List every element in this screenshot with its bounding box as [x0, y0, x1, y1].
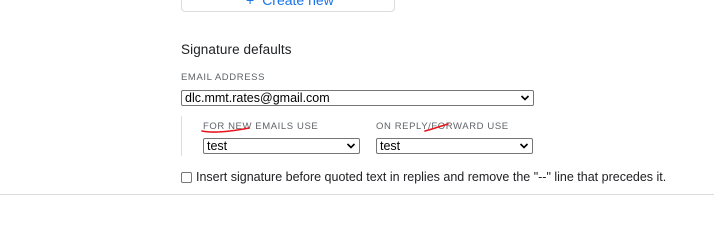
insert-before-quoted-checkbox[interactable]: [181, 171, 192, 183]
insert-before-quoted-row[interactable]: Insert signature before quoted text in r…: [181, 170, 666, 184]
section-divider: [0, 194, 714, 195]
insert-before-quoted-label: Insert signature before quoted text in r…: [196, 170, 667, 184]
red-underline-new: [201, 127, 250, 133]
red-underline-reply: [424, 123, 449, 132]
